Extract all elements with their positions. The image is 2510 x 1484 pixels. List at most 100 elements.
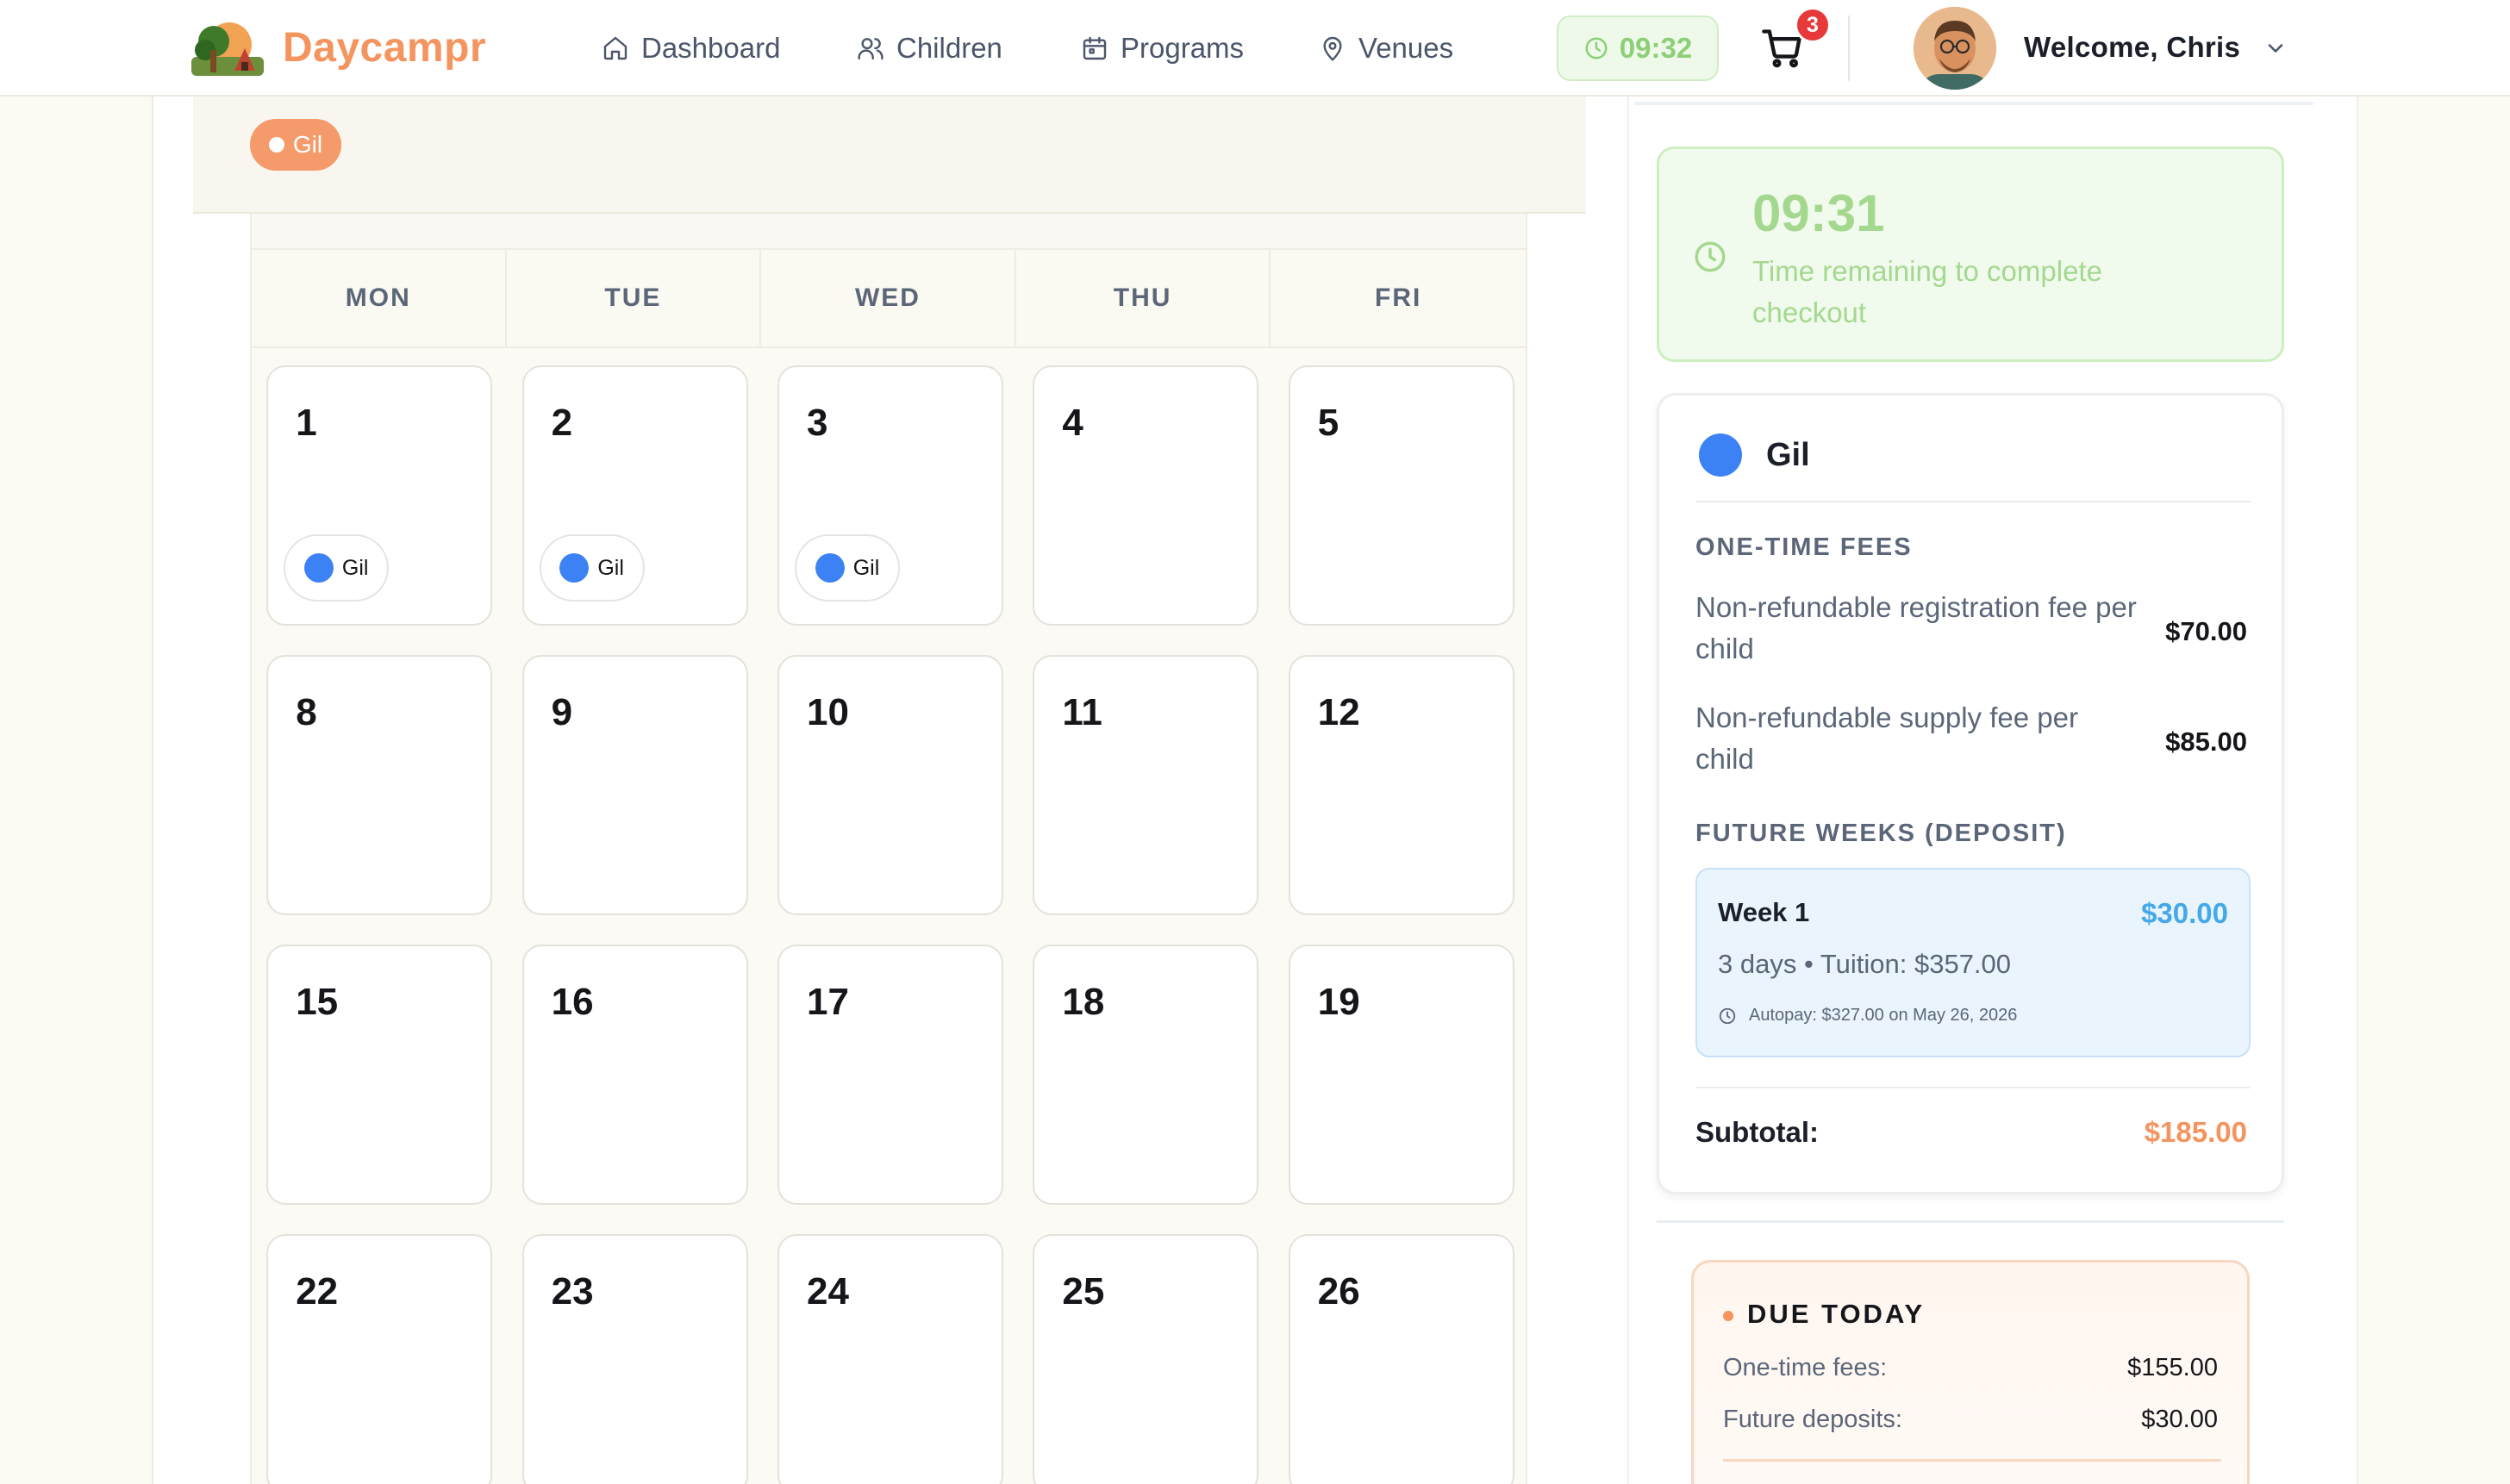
autopay-text: Autopay: $327.00 on May 26, 2026 (1749, 1006, 2018, 1025)
calendar-day-cell[interactable]: 9 (521, 655, 748, 915)
calendar-day-cell[interactable]: 17 (777, 945, 1003, 1205)
weekday-tue: TUE (507, 250, 762, 346)
nav-venues[interactable]: Venues (1319, 29, 1453, 67)
calendar-day-cell[interactable]: 11 (1033, 655, 1259, 915)
child-name: Gil (1766, 437, 1810, 473)
nav-dashboard-label: Dashboard (641, 32, 781, 64)
calendar-day-cell[interactable]: 26 (1288, 1234, 1514, 1484)
clock-icon (1719, 1007, 1736, 1024)
calendar-icon (1083, 36, 1107, 60)
day-number: 3 (807, 402, 828, 444)
subtotal-amount: $185.00 (2144, 1116, 2247, 1148)
calendar-day-cell[interactable]: 12 (1288, 655, 1514, 915)
day-number: 22 (296, 1270, 339, 1313)
day-number: 11 (1062, 691, 1102, 733)
event-label: Gil (852, 555, 880, 580)
map-pin-icon (1323, 36, 1342, 61)
nav-children[interactable]: Children (857, 29, 1002, 67)
day-number: 2 (551, 402, 573, 444)
registration-fee-label: Non-refundable registration fee per chil… (1695, 591, 2137, 664)
day-number: 18 (1062, 981, 1105, 1023)
header-divider (1848, 16, 1850, 81)
timer-value: 09:32 (1619, 32, 1693, 64)
weekday-fri: FRI (1375, 284, 1422, 312)
day-number: 12 (1317, 691, 1360, 733)
child-summary-card: Gil ONE-TIME FEES Non-refundable registr… (1657, 393, 2284, 1194)
calendar-day-cell[interactable]: 24 (777, 1234, 1003, 1484)
calendar-day-cell[interactable]: 10 (777, 655, 1003, 915)
checkout-timer-pill[interactable]: 09:32 (1557, 16, 1719, 81)
weekday-thu: THU (1016, 250, 1271, 346)
due-one-time-label: One-time fees: (1723, 1354, 1888, 1381)
day-number: 4 (1062, 402, 1083, 444)
avatar[interactable] (1914, 7, 1996, 90)
weekday-mon: MON (252, 250, 507, 346)
chip-dot (268, 137, 284, 153)
clock-icon (1695, 241, 1726, 272)
summary-top-divider (1634, 102, 2313, 105)
day-number: 23 (551, 1270, 594, 1313)
calendar-day-cell[interactable]: 15 (266, 945, 493, 1205)
home-icon (603, 36, 628, 60)
subtotal-label: Subtotal: (1695, 1116, 1819, 1148)
chip-label: Gil (292, 131, 323, 158)
event-label: Gil (597, 555, 624, 580)
cart-count-badge: 3 (1795, 7, 1831, 43)
day-number: 1 (296, 402, 317, 444)
registration-fee-amount: $70.00 (2165, 616, 2247, 646)
child-filter-bar (193, 97, 1586, 214)
top-navigation-bar: Daycampr Dashboard Children Programs Ven… (0, 0, 2510, 97)
users-icon (858, 38, 883, 60)
calendar-day-cell[interactable]: 25 (1033, 1234, 1259, 1484)
chevron-down-icon[interactable] (2263, 36, 2288, 60)
calendar-weekday-header: MON TUE WED THU FRI (252, 250, 1526, 348)
child-filter-chip-gil[interactable]: Gil (250, 119, 341, 171)
event-dot (559, 553, 590, 583)
countdown-time: 09:31 (1752, 184, 1885, 242)
calendar-day-cell[interactable]: 19 (1288, 945, 1514, 1205)
day-number: 15 (296, 981, 339, 1023)
calendar-day-cell[interactable]: 4 (1033, 365, 1259, 626)
calendar-day-cell[interactable]: 18 (1033, 945, 1259, 1205)
card-divider (1695, 501, 2251, 502)
event-dot (815, 553, 845, 583)
weekday-wed: WED (761, 250, 1016, 346)
calendar-day-cell[interactable]: 3 Gil (777, 365, 1003, 626)
logo-icon[interactable] (191, 19, 264, 78)
one-time-fees-title: ONE-TIME FEES (1695, 533, 1913, 561)
day-number: 24 (807, 1270, 849, 1313)
day-number: 19 (1317, 981, 1360, 1023)
card-divider (1695, 1087, 2251, 1088)
welcome-text[interactable]: Welcome, Chris (2024, 31, 2240, 64)
due-today-title: DUE TODAY (1747, 1299, 1926, 1329)
nav-children-label: Children (896, 32, 1002, 64)
countdown-description: Time remaining to complete checkout (1752, 255, 2102, 328)
child-event-pill[interactable]: Gil (284, 534, 390, 602)
event-dot (303, 553, 334, 583)
calendar-day-cell[interactable]: 1 Gil (266, 365, 493, 626)
day-number: 26 (1317, 1270, 1360, 1313)
brand-name[interactable]: Daycampr (283, 24, 486, 72)
nav-programs[interactable]: Programs (1081, 29, 1244, 67)
event-label: Gil (341, 555, 369, 580)
clock-icon (1585, 37, 1608, 59)
autopay-note: Autopay: $327.00 on May 26, 2026 (1718, 1006, 2017, 1026)
due-divider (1723, 1459, 2221, 1462)
calendar-day-cell[interactable]: 5 (1288, 365, 1514, 626)
nav-venues-label: Venues (1358, 32, 1454, 64)
calendar-day-cell[interactable]: 23 (521, 1234, 748, 1484)
child-event-pill[interactable]: Gil (795, 534, 900, 602)
week-deposit-item: Week 1 $30.00 3 days • Tuition: $357.00 … (1695, 868, 2251, 1057)
nav-dashboard[interactable]: Dashboard (602, 29, 780, 67)
child-color-dot (1699, 433, 1742, 477)
child-event-pill[interactable]: Gil (539, 534, 645, 602)
calendar-day-cell[interactable]: 2 Gil (521, 365, 748, 626)
calendar-day-cell[interactable]: 16 (521, 945, 748, 1205)
day-number: 17 (807, 981, 849, 1023)
due-deposits-label: Future deposits: (1723, 1406, 1902, 1433)
day-number: 25 (1062, 1270, 1105, 1313)
calendar-day-cell[interactable]: 22 (266, 1234, 493, 1484)
calendar-grid: MON TUE WED THU FRI 1 Gil 2 Gil 3 Gil 4 5 8 9 10 11… (250, 214, 1527, 1484)
supply-fee-amount: $85.00 (2165, 726, 2247, 757)
calendar-day-cell[interactable]: 8 (266, 655, 493, 915)
